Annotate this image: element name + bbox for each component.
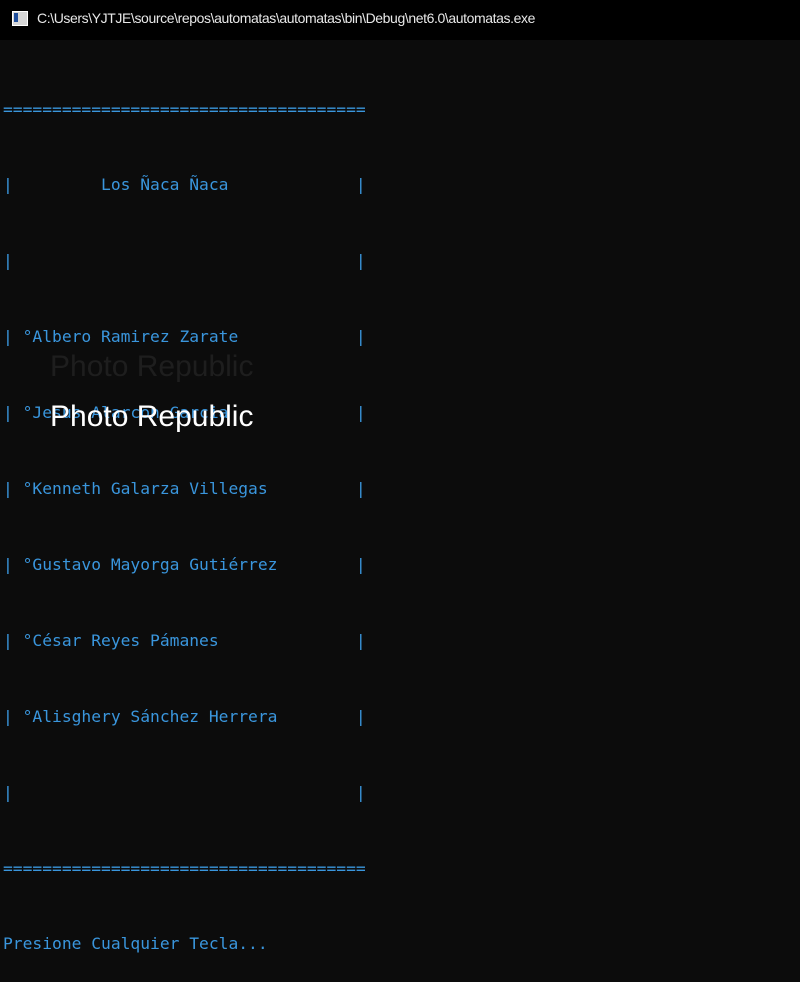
console-output[interactable]: ===================================== | …: [3, 46, 366, 982]
watermark-light: Photo Republic: [50, 400, 254, 433]
console-blank-line: | |: [3, 251, 366, 271]
console-app-icon[interactable]: [12, 10, 28, 26]
watermark-dark: Photo Republic: [50, 350, 254, 383]
console-member-line: | °Gustavo Mayorga Gutiérrez |: [3, 554, 366, 574]
console-prompt: Presione Cualquier Tecla...: [3, 934, 268, 954]
console-border-bottom: =====================================: [3, 858, 366, 878]
console-blank-line: | |: [3, 782, 366, 802]
window-title: C:\Users\YJTJE\source\repos\automatas\au…: [37, 10, 535, 26]
console-member-line: | °Alisghery Sánchez Herrera |: [3, 706, 366, 726]
console-member-line: | °César Reyes Pámanes |: [3, 630, 366, 650]
console-member-line: | °Albero Ramirez Zarate |: [3, 327, 366, 347]
console-heading: | Los Ñaca Ñaca |: [3, 175, 366, 195]
window-titlebar[interactable]: C:\Users\YJTJE\source\repos\automatas\au…: [0, 0, 800, 40]
console-member-line: | °Kenneth Galarza Villegas |: [3, 479, 366, 499]
console-border-top: =====================================: [3, 99, 366, 119]
